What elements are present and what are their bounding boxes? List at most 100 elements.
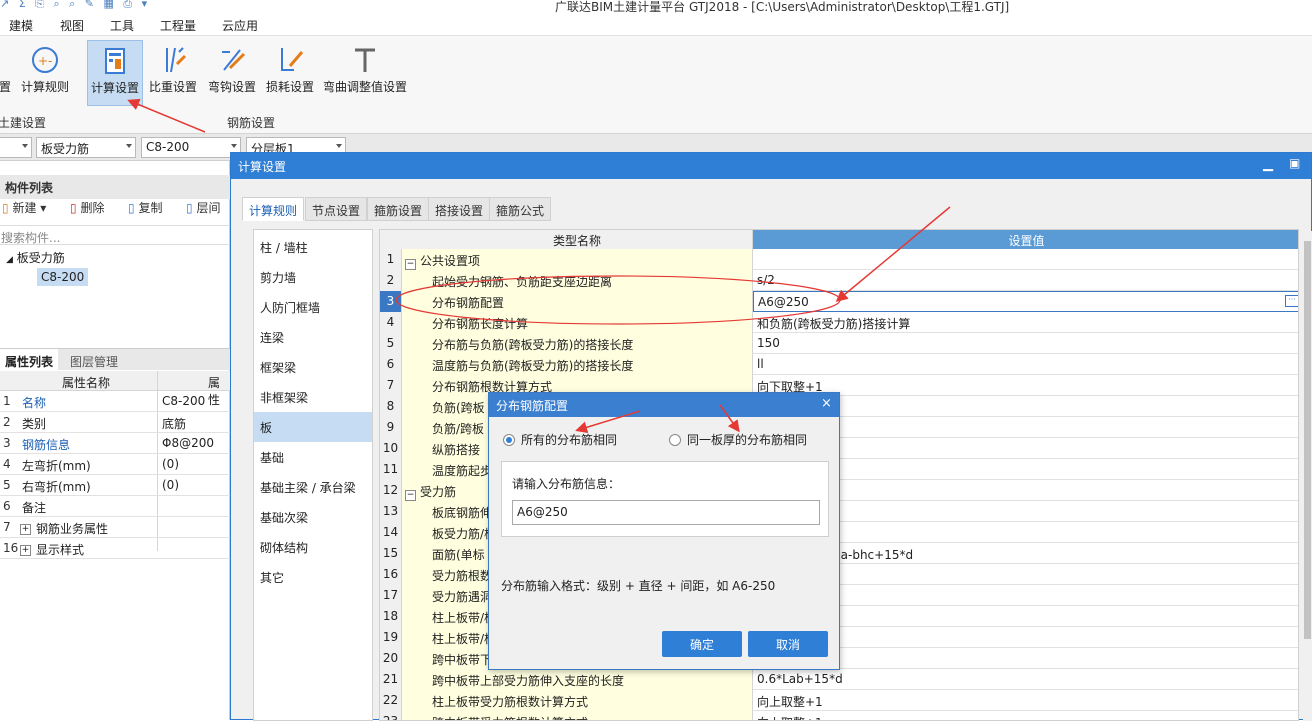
row-value[interactable]: s/2	[753, 270, 1298, 291]
delete-button[interactable]: ▯ 删除	[70, 199, 104, 216]
collapse-icon[interactable]: −	[405, 490, 416, 501]
menu-view[interactable]: 视图	[60, 17, 84, 34]
row-number: 9	[380, 417, 402, 438]
grid-row[interactable]: 21 跨中板带上部受力筋伸入支座的长度 0.6*Lab+15*d	[380, 669, 1298, 690]
property-row[interactable]: 1 名称 C8-200	[0, 391, 230, 412]
floor-select[interactable]	[0, 137, 32, 158]
ellipsis-button[interactable]: ···	[1285, 295, 1298, 307]
floor-copy-button[interactable]: ▯ 层间	[186, 199, 220, 216]
group-label-rebar: 钢筋设置	[227, 116, 276, 130]
radio-all-same[interactable]: 所有的分布筋相同	[503, 431, 617, 448]
category-item[interactable]: 框架梁	[254, 352, 372, 382]
grid-row[interactable]: 5 分布筋与负筋(跨板受力筋)的搭接长度 150	[380, 333, 1298, 354]
property-row[interactable]: 3 钢筋信息 Φ8@200	[0, 433, 230, 454]
property-row[interactable]: 5 右弯折(mm) (0)	[0, 475, 230, 496]
close-icon[interactable]: ×	[821, 396, 832, 411]
row-value[interactable]: 向上取整+1	[753, 690, 1298, 711]
row-number: 12	[380, 480, 402, 501]
maximize-icon[interactable]: ▣	[1289, 156, 1300, 170]
grid-row-selected[interactable]: 3 分布钢筋配置 A6@250 ···	[380, 291, 1298, 312]
tab-layers[interactable]: 图层管理	[62, 349, 126, 371]
calc-settings-button[interactable]: 计算设置	[87, 40, 143, 106]
category-item[interactable]: 人防门框墙	[254, 292, 372, 322]
row-number: 17	[380, 585, 402, 606]
row-value[interactable]: ll	[753, 354, 1298, 375]
tab-stirrup-formula[interactable]: 箍筋公式	[489, 197, 552, 221]
category-item[interactable]: 其它	[254, 562, 372, 592]
tab-node-settings[interactable]: 节点设置	[305, 197, 368, 221]
bend-adjust-settings-button[interactable]: 弯曲调整值设置	[321, 40, 409, 106]
loss-settings-icon	[281, 48, 304, 71]
scrollbar-thumb[interactable]	[1304, 241, 1311, 639]
copy-button[interactable]: ▯ 复制	[128, 199, 162, 216]
component-select[interactable]: C8-200	[141, 137, 241, 158]
component-search[interactable]: 搜索构件...	[0, 225, 230, 245]
row-value[interactable]: 0.6*Lab+15*d	[753, 669, 1298, 690]
component-type-select[interactable]: 板受力筋	[36, 137, 136, 158]
ok-button[interactable]: 确定	[662, 631, 742, 657]
density-settings-button[interactable]: 比重设置	[146, 40, 200, 106]
radio-same-thickness[interactable]: 同一板厚的分布筋相同	[669, 431, 807, 448]
hook-settings-icon	[222, 49, 246, 71]
radio-unchecked-icon	[669, 434, 681, 446]
loss-settings-button[interactable]: 损耗设置	[263, 40, 317, 106]
category-item[interactable]: 柱 / 墙柱	[254, 232, 372, 262]
grid-row[interactable]: 22 柱上板带受力筋根数计算方式 向上取整+1	[380, 690, 1298, 711]
density-settings-icon	[166, 47, 187, 73]
category-item[interactable]: 基础次梁	[254, 502, 372, 532]
calc-rules-button[interactable]: +- 计算规则	[18, 40, 72, 106]
quick-access-toolbar[interactable]: ↗ Σ ⎘ ⌕ ⌕ ✎ ▦ ⎙ ▾	[0, 0, 150, 11]
menu-modeling[interactable]: 建模	[9, 17, 33, 34]
menu-tools[interactable]: 工具	[110, 17, 134, 34]
minimize-icon[interactable]: ▁	[1263, 157, 1273, 172]
row-number: 18	[380, 606, 402, 627]
grid-row[interactable]: 6 温度筋与负筋(跨板受力筋)的搭接长度 ll	[380, 354, 1298, 375]
row-value[interactable]: A6@250	[753, 291, 1298, 312]
tab-properties[interactable]: 属性列表	[0, 349, 59, 371]
row-name: 柱上板带受力筋根数计算方式	[402, 690, 753, 711]
tab-lap-settings[interactable]: 搭接设置	[428, 197, 491, 221]
category-item[interactable]: 剪力墙	[254, 262, 372, 292]
row-number: 14	[380, 522, 402, 543]
row-value[interactable]	[753, 249, 1298, 270]
collapse-icon[interactable]: −	[405, 259, 416, 270]
property-row[interactable]: 16 显示样式 +	[0, 538, 230, 559]
cancel-button[interactable]: 取消	[748, 631, 828, 657]
category-item[interactable]: 基础主梁 / 承台梁	[254, 472, 372, 502]
property-row[interactable]: 7 钢筋业务属性 +	[0, 517, 230, 538]
button-label: 弯曲调整值设置	[322, 80, 407, 94]
new-button[interactable]: ▯ 新建 ▾	[2, 199, 46, 216]
rebar-info-input[interactable]: A6@250	[512, 500, 820, 525]
row-name: 跨中板带上部受力筋伸入支座的长度	[402, 669, 753, 690]
property-header: 属性名称 属性	[0, 371, 230, 407]
row-name: 分布钢筋长度计算	[402, 312, 753, 333]
button-label: 计算规则	[20, 80, 69, 94]
property-row[interactable]: 4 左弯折(mm) (0)	[0, 454, 230, 475]
row-number: 5	[380, 333, 402, 354]
grid-row[interactable]: 4 分布钢筋长度计算 和负筋(跨板受力筋)搭接计算	[380, 312, 1298, 333]
row-value[interactable]: 和负筋(跨板受力筋)搭接计算	[753, 312, 1298, 333]
property-row[interactable]: 2 类别 底筋	[0, 412, 230, 433]
tree-root[interactable]: ◢ 板受力筋	[6, 249, 65, 266]
tree-item-selected[interactable]: C8-200	[37, 268, 89, 286]
vertical-scrollbar[interactable]	[1303, 231, 1312, 721]
category-item-selected[interactable]: 板	[254, 412, 372, 442]
settings-cutoff-button[interactable]: 置	[0, 40, 12, 106]
row-number: 8	[380, 396, 402, 417]
menu-cloud[interactable]: 云应用	[222, 17, 258, 34]
hook-settings-button[interactable]: 弯钩设置	[205, 40, 259, 106]
category-item[interactable]: 连梁	[254, 322, 372, 352]
search-input[interactable]: 搜索构件...	[1, 229, 60, 246]
row-value[interactable]: 150	[753, 333, 1298, 354]
menu-quantity[interactable]: 工程量	[160, 17, 196, 34]
tab-stirrup-settings[interactable]: 箍筋设置	[367, 197, 430, 221]
grid-row[interactable]: 1− 公共设置项	[380, 249, 1298, 270]
category-item[interactable]: 基础	[254, 442, 372, 472]
category-item[interactable]: 非框架梁	[254, 382, 372, 412]
tab-calc-rules[interactable]: 计算规则	[242, 197, 305, 221]
property-row[interactable]: 6 备注	[0, 496, 230, 517]
tree-collapse-icon: ◢	[6, 255, 13, 265]
grid-row[interactable]: 2 起始受力钢筋、负筋距支座边距离 s/2	[380, 270, 1298, 291]
category-item[interactable]: 砌体结构	[254, 532, 372, 562]
row-name: − 公共设置项	[402, 249, 753, 270]
